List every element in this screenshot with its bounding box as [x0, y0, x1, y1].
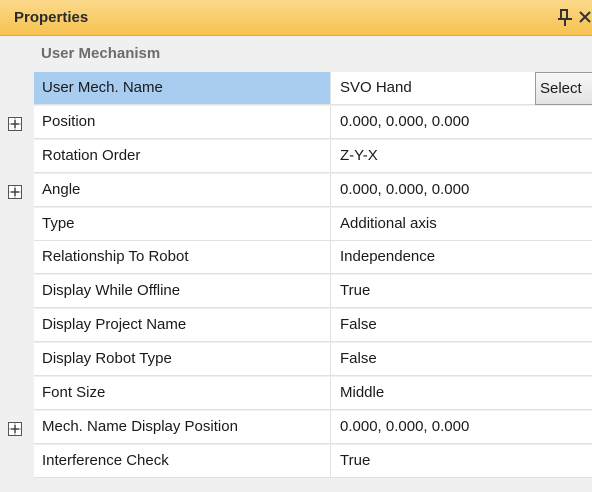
expand-plus-icon[interactable] [8, 421, 22, 436]
property-value[interactable]: Independence [331, 241, 592, 275]
property-row-display-robot-type[interactable]: Display Robot Type False [0, 343, 592, 378]
property-name[interactable]: Relationship To Robot [34, 241, 331, 275]
close-icon[interactable] [578, 6, 592, 28]
property-value[interactable]: 0.000, 0.000, 0.000 [331, 105, 592, 139]
pin-icon[interactable] [557, 6, 573, 28]
property-name[interactable]: Angle [34, 173, 331, 207]
property-name[interactable]: Rotation Order [34, 139, 331, 173]
property-name[interactable]: Display Robot Type [34, 343, 331, 377]
property-value[interactable]: True [331, 444, 592, 478]
panel-title: Properties [14, 9, 89, 26]
property-value[interactable]: Additional axis [331, 207, 592, 241]
property-name[interactable]: Display While Offline [34, 275, 331, 309]
property-value[interactable]: 0.000, 0.000, 0.000 [331, 173, 592, 207]
properties-panel: Properties User Mechanism User Mech. Nam… [0, 0, 592, 492]
property-row-angle[interactable]: Angle 0.000, 0.000, 0.000 [0, 173, 592, 208]
property-value[interactable]: False [331, 343, 592, 377]
property-value[interactable]: True [331, 275, 592, 309]
expand-plus-icon[interactable] [8, 184, 22, 199]
property-name[interactable]: User Mech. Name [34, 72, 331, 105]
property-rows: User Mech. Name SVO Hand Select Position 0.0… [0, 72, 592, 479]
expand-plus-icon[interactable] [8, 116, 22, 131]
property-grid: User Mechanism User Mech. Name SVO Hand Se… [0, 36, 592, 479]
property-row-user-mech-name[interactable]: User Mech. Name SVO Hand Select [0, 72, 592, 106]
property-row-relationship-to-robot[interactable]: Relationship To Robot Independence [0, 241, 592, 276]
property-name[interactable]: Display Project Name [34, 309, 331, 343]
property-name[interactable]: Mech. Name Display Position [34, 410, 331, 444]
property-name[interactable]: Type [34, 207, 331, 241]
select-button[interactable]: Select [535, 72, 592, 105]
property-name[interactable]: Position [34, 105, 331, 139]
property-row-rotation-order[interactable]: Rotation Order Z-Y-X [0, 139, 592, 174]
property-row-position[interactable]: Position 0.000, 0.000, 0.000 [0, 105, 592, 140]
property-value[interactable]: Middle [331, 377, 592, 411]
property-name[interactable]: Font Size [34, 377, 331, 411]
category-label: User Mechanism [41, 45, 161, 62]
property-row-mech-name-display-position[interactable]: Mech. Name Display Position 0.000, 0.000,… [0, 410, 592, 445]
property-value[interactable]: 0.000, 0.000, 0.000 [331, 410, 592, 444]
property-value[interactable]: False [331, 309, 592, 343]
properties-title-bar: Properties [0, 0, 592, 36]
property-row-type[interactable]: Type Additional axis [0, 207, 592, 242]
property-name[interactable]: Interference Check [34, 444, 331, 478]
category-header: User Mechanism [0, 36, 592, 72]
property-value[interactable]: Z-Y-X [331, 139, 592, 173]
property-row-interference-check[interactable]: Interference Check True [0, 444, 592, 479]
property-row-font-size[interactable]: Font Size Middle [0, 377, 592, 411]
property-row-display-while-offline[interactable]: Display While Offline True [0, 275, 592, 310]
property-row-display-project-name[interactable]: Display Project Name False [0, 309, 592, 344]
